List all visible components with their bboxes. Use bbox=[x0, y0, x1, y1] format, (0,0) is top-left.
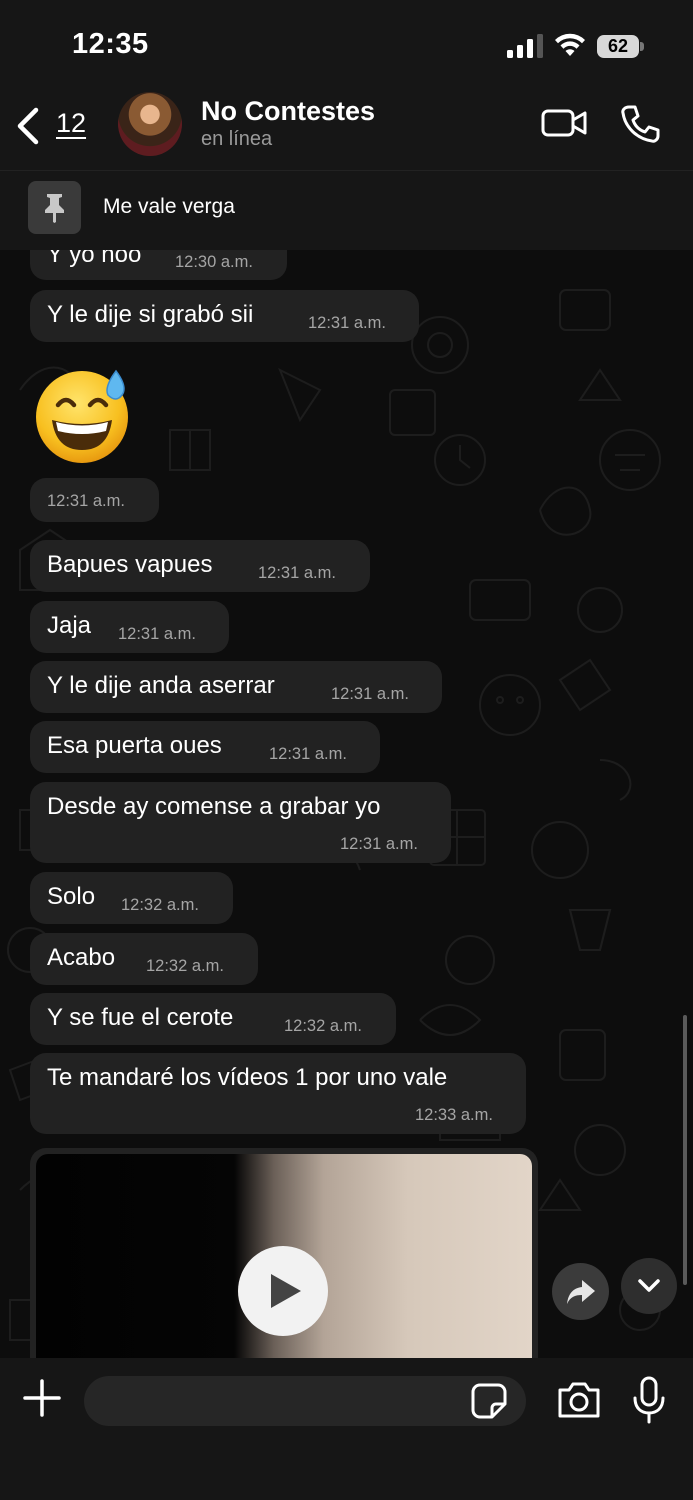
message-bubble[interactable]: Te mandaré los vídeos 1 por uno vale 12:… bbox=[30, 1053, 526, 1134]
message-timestamp: 12:31 a.m. bbox=[47, 492, 125, 510]
back-unread-count[interactable]: 12 bbox=[56, 108, 86, 139]
message-bubble[interactable]: Y se fue el cerote 12:32 a.m. bbox=[30, 993, 396, 1045]
contact-avatar[interactable] bbox=[118, 92, 182, 156]
message-text: Solo bbox=[47, 883, 96, 910]
message-text: Desde ay comense a grabar yo bbox=[47, 793, 381, 820]
grinning-face-with-sweat-emoji[interactable] bbox=[32, 365, 132, 465]
message-text: Jaja bbox=[47, 612, 92, 639]
message-text: Acabo bbox=[47, 944, 116, 971]
forward-icon bbox=[567, 1280, 595, 1304]
message-bubble[interactable]: Jaja 12:31 a.m. bbox=[30, 601, 229, 653]
message-timestamp: 12:31 a.m. bbox=[118, 625, 196, 643]
message-timestamp: 12:33 a.m. bbox=[415, 1106, 493, 1124]
message-bubble[interactable]: Desde ay comense a grabar yo 12:31 a.m. bbox=[30, 782, 451, 863]
plus-icon[interactable] bbox=[22, 1378, 62, 1418]
play-video-button[interactable] bbox=[238, 1246, 328, 1336]
message-bubble[interactable]: Y le dije anda aserrar 12:31 a.m. bbox=[30, 661, 442, 713]
message-bubble[interactable]: Esa puerta oues 12:31 a.m. bbox=[30, 721, 380, 773]
message-text: Esa puerta oues bbox=[47, 732, 222, 759]
wifi-icon bbox=[555, 33, 585, 56]
play-icon bbox=[271, 1274, 301, 1308]
message-bubble[interactable]: Acabo 12:32 a.m. bbox=[30, 933, 258, 985]
message-text: Bapues vapues bbox=[47, 551, 213, 578]
message-timestamp: 12:32 a.m. bbox=[284, 1017, 362, 1035]
cellular-signal-icon bbox=[507, 34, 543, 58]
pinned-message-text: Me vale verga bbox=[103, 195, 235, 218]
message-text: Y se fue el cerote bbox=[47, 1004, 234, 1031]
message-bubble[interactable]: Y le dije si grabó sii 12:31 a.m. bbox=[30, 290, 419, 342]
message-bubble[interactable]: Y yo noo 12:30 a.m. bbox=[30, 250, 287, 280]
message-text: Y le dije si grabó sii bbox=[47, 301, 254, 328]
message-text: Y le dije anda aserrar bbox=[47, 672, 275, 699]
scroll-to-bottom-button[interactable] bbox=[621, 1258, 677, 1314]
pin-icon bbox=[28, 181, 81, 234]
message-text: Te mandaré los vídeos 1 por uno vale bbox=[47, 1064, 448, 1091]
contact-name[interactable]: No Contestes bbox=[201, 96, 375, 127]
message-timestamp: 12:31 a.m. bbox=[269, 745, 347, 763]
chat-area[interactable]: Y yo noo 12:30 a.m. Y le dije si grabó s… bbox=[0, 250, 693, 1358]
pinned-message-bar[interactable]: Me vale verga bbox=[0, 170, 693, 251]
message-bubble[interactable]: 12:31 a.m. bbox=[30, 478, 159, 522]
message-timestamp: 12:31 a.m. bbox=[308, 314, 386, 332]
message-timestamp: 12:31 a.m. bbox=[258, 564, 336, 582]
back-chevron-icon[interactable] bbox=[14, 106, 42, 146]
forward-button[interactable] bbox=[552, 1263, 609, 1320]
contact-status: en línea bbox=[201, 128, 273, 150]
message-composer bbox=[0, 1358, 693, 1500]
chat-scrollbar[interactable] bbox=[683, 1015, 687, 1285]
battery-level: 62 bbox=[597, 35, 639, 58]
message-bubble[interactable]: Solo 12:32 a.m. bbox=[30, 872, 233, 924]
microphone-icon[interactable] bbox=[632, 1376, 666, 1424]
phone-icon[interactable] bbox=[620, 104, 660, 144]
video-camera-icon[interactable] bbox=[541, 108, 587, 138]
message-text: Y yo noo bbox=[47, 250, 142, 268]
message-timestamp: 12:31 a.m. bbox=[340, 835, 418, 853]
status-bar: 12:35 62 bbox=[0, 0, 693, 90]
message-timestamp: 12:32 a.m. bbox=[121, 896, 199, 914]
message-input[interactable] bbox=[84, 1376, 526, 1426]
message-timestamp: 12:32 a.m. bbox=[146, 957, 224, 975]
chevron-down-icon bbox=[638, 1279, 660, 1292]
message-timestamp: 12:30 a.m. bbox=[175, 253, 253, 271]
message-timestamp: 12:31 a.m. bbox=[331, 685, 409, 703]
battery-indicator: 62 bbox=[597, 35, 645, 58]
status-time: 12:35 bbox=[72, 28, 149, 60]
chat-header: 12 No Contestes en línea bbox=[0, 90, 693, 170]
message-bubble[interactable]: Bapues vapues 12:31 a.m. bbox=[30, 540, 370, 592]
sticker-icon[interactable] bbox=[470, 1382, 508, 1420]
camera-icon[interactable] bbox=[556, 1380, 602, 1420]
